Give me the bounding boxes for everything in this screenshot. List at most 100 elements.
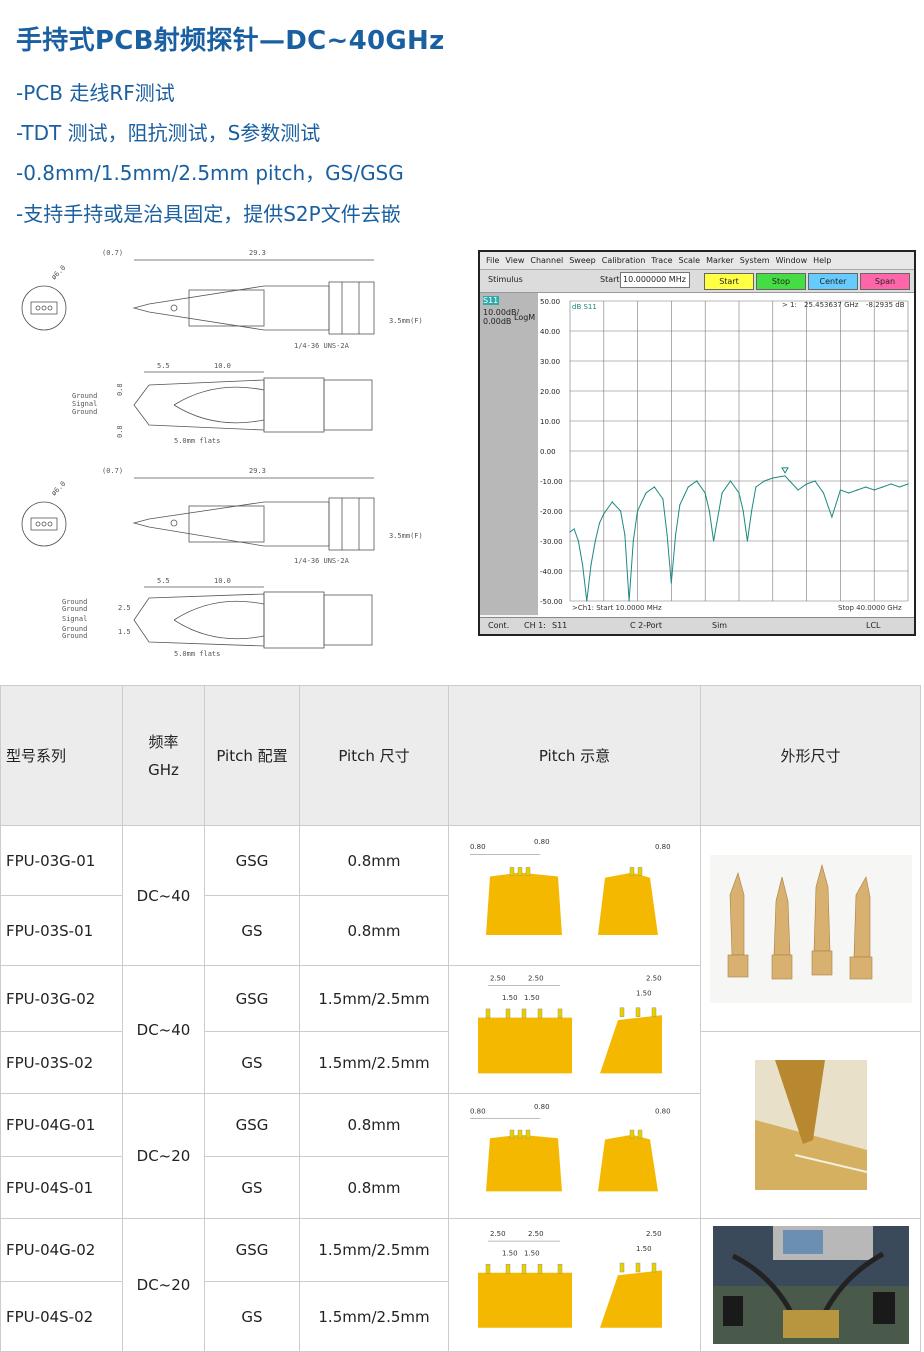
pitch-cell: 0.8mm	[299, 1093, 449, 1157]
pitch-dim-label: 0.80	[655, 843, 671, 851]
center-button[interactable]: Center	[808, 273, 858, 290]
vna-menu-item[interactable]: File	[486, 256, 499, 265]
trace-point	[645, 492, 647, 494]
vna-menu-item[interactable]: Window	[776, 256, 808, 265]
probe-tip	[637, 866, 642, 876]
dim-top-label: (0.7)	[102, 249, 123, 257]
marker-frequency: 25.453637 GHz	[804, 301, 859, 309]
pitch-diagram-wide: 2.50 2.50 1.50 1.50 2.50 1.50	[448, 965, 701, 1094]
vna-menu-item[interactable]: System	[740, 256, 770, 265]
trace-point	[696, 480, 698, 482]
pitch-dim-label: 0.80	[470, 1108, 486, 1116]
y-tick-label: 30.00	[540, 358, 560, 366]
pitch-cell: 0.8mm	[299, 825, 449, 896]
start-value-field[interactable]: 10.000000 MHz	[620, 272, 690, 288]
vna-status-item: LCL	[866, 621, 881, 630]
table-row: FPU-04G-02 DC~20 GSG 1.5mm/2.5mm 2.50 2.5…	[0, 1218, 921, 1352]
pitch-dim-label: 0.80	[470, 843, 486, 851]
probe-tip	[537, 1008, 542, 1018]
stimulus-label: Stimulus	[488, 275, 523, 284]
feature-bullet: -TDT 测试，阻抗测试，S参数测试	[16, 121, 321, 145]
start-footer: >Ch1: Start 10.0000 MHz	[572, 604, 662, 612]
config-cell: GSG	[204, 965, 300, 1032]
vna-menu-item[interactable]: Trace	[651, 256, 672, 265]
probe-shape-gsg	[477, 1272, 572, 1328]
pitch-dim-label: 1.50	[636, 1245, 652, 1253]
pitch-dim-label: 0.80	[534, 838, 550, 846]
start-button[interactable]: Start	[704, 273, 754, 290]
trace-point	[746, 540, 749, 542]
pitch-dim-label: 1.50	[636, 989, 652, 997]
span-button[interactable]: Span	[860, 273, 910, 290]
trace-point	[814, 480, 816, 482]
stop-footer: Stop 40.0000 GHz	[838, 604, 902, 612]
probe-tip	[509, 1129, 514, 1139]
trace-point	[704, 492, 706, 494]
gsg-probe-side-view: ø6.0 (0.7) 29.3 3.5mm(F) 1/4-36 UNS-2A	[21, 249, 423, 350]
model-cell: FPU-03S-01	[0, 895, 123, 966]
y-tick-label: -50.00	[540, 598, 563, 606]
trace-point	[780, 475, 782, 478]
vna-menu-item[interactable]: Calibration	[602, 256, 646, 265]
vna-screenshot: File View Channel Sweep Calibration Trace Scal…	[478, 250, 916, 636]
probe-tip	[505, 1264, 510, 1274]
trace-point	[603, 513, 605, 515]
vna-menu-item[interactable]: Scale	[679, 256, 701, 265]
trace-point	[738, 492, 740, 494]
trace-point	[822, 492, 825, 494]
vna-menu-item[interactable]: Sweep	[569, 256, 596, 265]
vna-status-item: Sim	[712, 621, 728, 630]
model-cell: FPU-04S-02	[0, 1281, 123, 1352]
vna-stimulus-bar: Stimulus Start 10.000000 MHz Start Stop …	[480, 270, 914, 293]
config-cell: GSG	[204, 825, 300, 896]
y-tick-label: -30.00	[540, 538, 563, 546]
dim-a-label: 5.5	[157, 362, 170, 370]
header-pitch-size: Pitch 尺寸	[299, 685, 449, 826]
trace-point	[624, 534, 626, 536]
model-cell: FPU-04S-01	[0, 1156, 123, 1219]
pitch-cell: 1.5mm/2.5mm	[299, 1031, 449, 1094]
vna-menu-item[interactable]: Channel	[530, 256, 563, 265]
trace-name: S11	[483, 296, 499, 305]
probe-mechanical-drawing: ø6.0 (0.7) 29.3 3.5mm(F) 1/4-36 UNS-2A 5…	[21, 249, 423, 658]
probe-tip	[485, 1264, 490, 1274]
plot-background	[538, 293, 914, 617]
pitch-dim-label: 1.50	[502, 994, 518, 1002]
ground-label: Ground	[62, 632, 87, 640]
pitch-dim-label: 1.50	[524, 994, 540, 1002]
probe-tip	[635, 1262, 640, 1273]
pitch-diagram-fine: 0.80 0.80 0.80	[448, 1093, 701, 1219]
probe-tip	[517, 1129, 522, 1139]
probe-tip	[509, 866, 514, 876]
frequency-cell: DC~40	[122, 825, 205, 966]
vna-menu-item[interactable]: Marker	[706, 256, 734, 265]
probe-shape-gs	[597, 1134, 658, 1192]
trace-point	[679, 504, 681, 506]
pitch-cell: 1.5mm/2.5mm	[299, 1218, 449, 1282]
config-cell: GS	[204, 1156, 300, 1219]
vna-status-item: CH 1:	[524, 621, 546, 630]
pitch-dim-label: 2.50	[528, 974, 544, 982]
probe-tip	[525, 866, 530, 876]
marker-value: -8.2935 dB	[866, 301, 905, 309]
vna-menu-item[interactable]: Help	[813, 256, 831, 265]
vna-menu-item[interactable]: View	[505, 256, 524, 265]
model-cell: FPU-03G-01	[0, 825, 123, 896]
header-pitch-config: Pitch 配置	[204, 685, 300, 826]
trace-point	[784, 475, 786, 477]
model-cell: FPU-04G-01	[0, 1093, 123, 1157]
flats-label: 5.0mm flats	[174, 650, 220, 658]
connector-label: 3.5mm(F)	[389, 317, 423, 325]
vna-status-item: S11	[552, 621, 568, 630]
pitch-label: 2.5	[118, 604, 131, 612]
stop-button[interactable]: Stop	[756, 273, 806, 290]
probe-tip	[485, 1008, 490, 1018]
probes-photo	[709, 854, 912, 1003]
trace-point	[789, 480, 791, 482]
probe-tip	[619, 1262, 624, 1273]
test-setup-photo	[700, 1218, 921, 1352]
probe-tip	[521, 1008, 526, 1018]
trace-point	[907, 483, 909, 485]
trace-point	[632, 540, 634, 542]
trace-point	[708, 510, 710, 512]
